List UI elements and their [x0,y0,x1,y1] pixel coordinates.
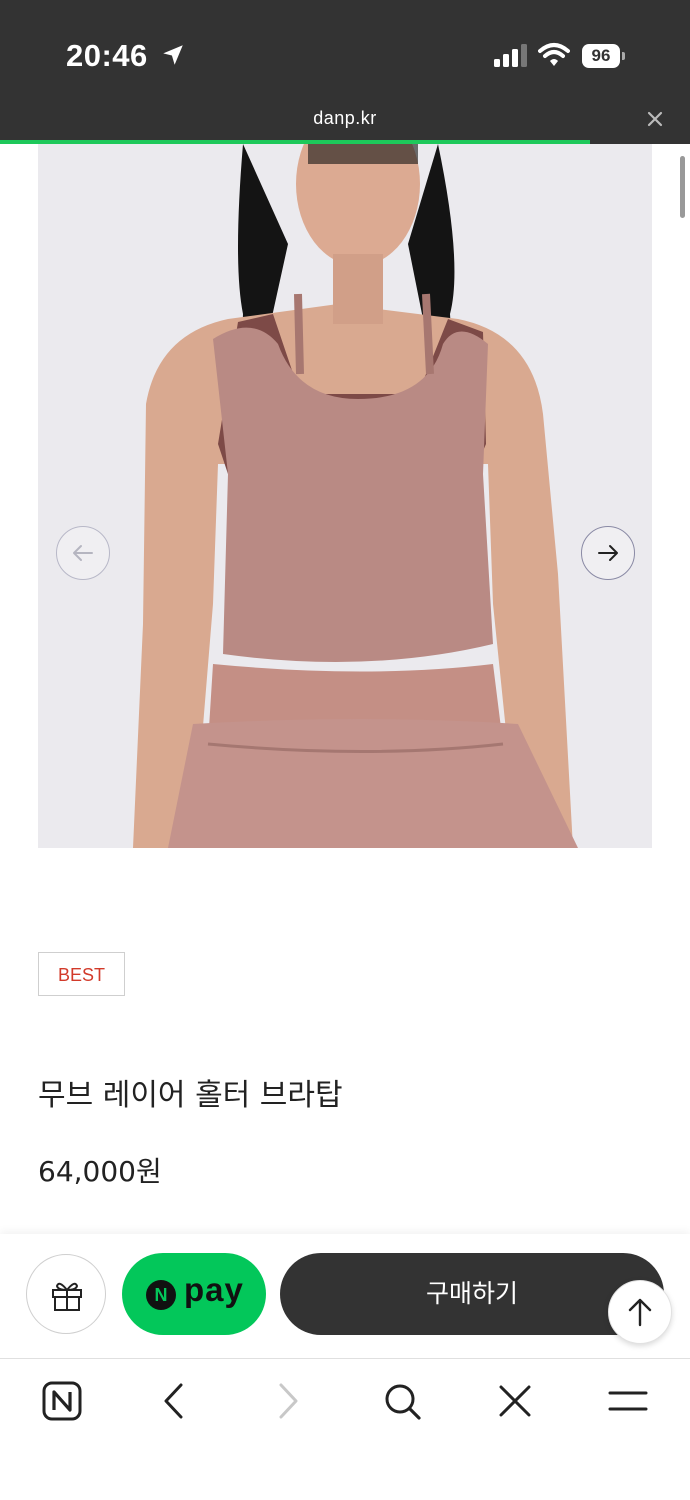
prev-image-button[interactable] [56,526,110,580]
close-tab-button[interactable] [493,1379,537,1423]
battery-icon: 96 [582,44,626,68]
status-bar: 20:46 96 [0,0,690,100]
chevron-right-icon [279,1383,298,1419]
npay-button[interactable]: N pay [122,1253,266,1335]
location-icon [163,45,183,65]
product-price: 64,000원 [38,1155,162,1188]
status-time: 20:46 [66,38,148,73]
product-title: 무브 레이어 홀터 브라탑 [38,1078,343,1113]
arrow-up-icon [628,1298,652,1327]
browser-toolbar [0,1359,690,1500]
purchase-action-bar: N pay 구매하기 [0,1234,690,1359]
signal-icon [494,44,527,67]
menu-button[interactable] [606,1379,650,1423]
best-badge: BEST [38,952,125,996]
arrow-right-icon [598,545,618,561]
product-image[interactable] [38,144,652,848]
npay-logo: N [146,1280,176,1310]
close-icon[interactable] [646,110,664,128]
chevron-left-icon [164,1383,183,1419]
scrollbar[interactable] [680,156,685,218]
naver-icon [42,1381,82,1421]
next-image-button[interactable] [581,526,635,580]
scroll-top-button[interactable] [608,1280,672,1344]
gift-button[interactable] [26,1254,106,1334]
menu-icon [608,1391,648,1411]
url-bar[interactable]: danp.kr [0,100,690,140]
forward-button[interactable] [266,1379,310,1423]
url-text: danp.kr [313,108,377,128]
search-icon [385,1384,421,1420]
npay-label: pay [184,1271,244,1308]
gift-icon [52,1282,82,1311]
wifi-icon [538,43,570,66]
product-photo [38,144,652,848]
naver-home-button[interactable] [40,1379,84,1423]
close-icon [499,1385,531,1417]
battery-level: 96 [582,44,620,68]
back-button[interactable] [152,1379,196,1423]
search-button[interactable] [380,1379,424,1423]
buy-button[interactable]: 구매하기 [280,1253,664,1335]
arrow-left-icon [73,545,93,561]
